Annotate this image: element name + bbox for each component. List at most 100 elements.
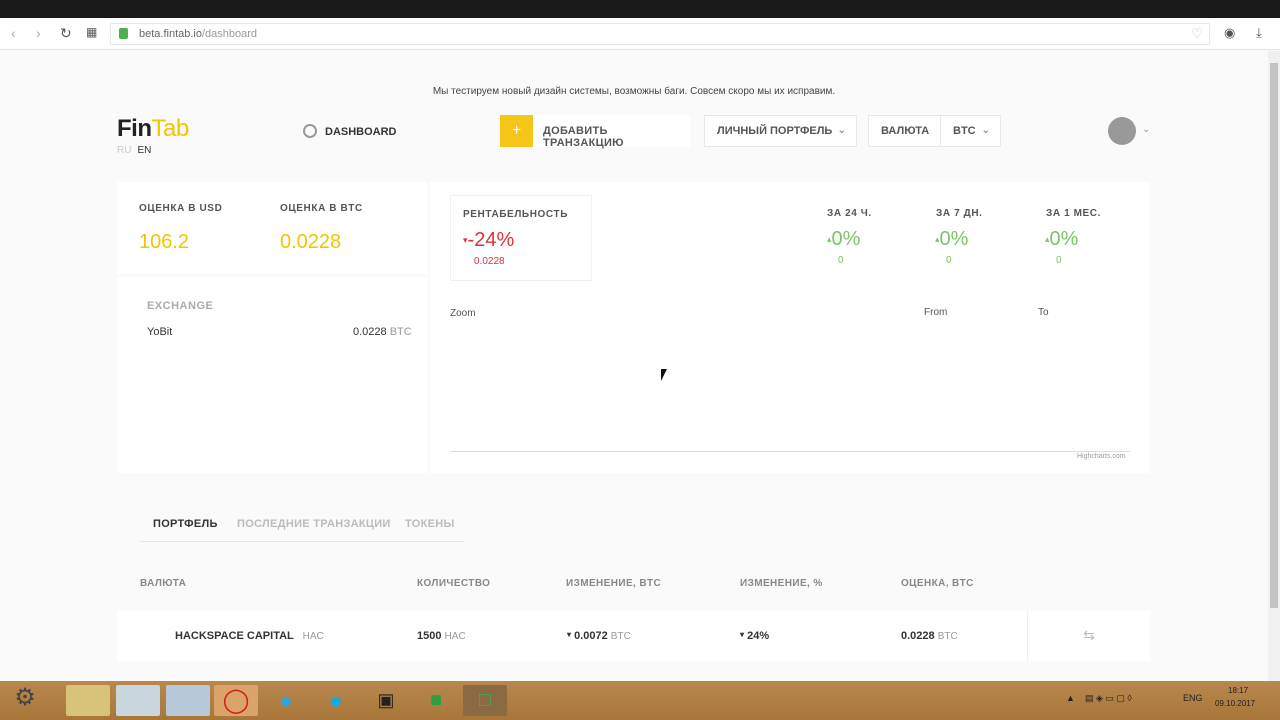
row-estimate: 0.0228 BTC [901, 630, 958, 642]
tray-date[interactable]: 09.10.2017 [1215, 699, 1255, 708]
start-gear-icon[interactable]: ⚙ [4, 683, 46, 714]
calculator-icon[interactable] [166, 685, 210, 716]
portfolio-label: ЛИЧНЫЙ ПОРТФЕЛЬ [717, 125, 833, 137]
notepad-icon[interactable] [116, 685, 160, 716]
period-value: 0 [838, 255, 844, 266]
skype-icon[interactable]: ● [314, 685, 358, 716]
back-arrow-icon[interactable]: ‹ [11, 25, 16, 41]
profitability-percent: ▾-24% [463, 229, 514, 252]
tab-portfolio[interactable]: ПОРТФЕЛЬ [153, 518, 218, 530]
camtasia-icon[interactable]: ■ [414, 685, 458, 716]
column-header-quantity: КОЛИЧЕСТВО [417, 578, 491, 589]
profitability-value: 0.0228 [474, 256, 505, 267]
row-change-btc-value: 0.0072 [574, 630, 608, 642]
column-header-change-pct: ИЗМЕНЕНИЕ, % [740, 578, 823, 589]
profitability-label: РЕНТАБЕЛЬНОСТЬ [463, 209, 568, 220]
tab-transactions[interactable]: ПОСЛЕДНИЕ ТРАНЗАКЦИИ [237, 518, 391, 530]
row-change-btc-unit: BTC [610, 631, 631, 642]
column-header-currency: ВАЛЮТА [140, 578, 187, 589]
dashboard-link[interactable]: DASHBOARD [303, 124, 397, 138]
period-24h[interactable]: ЗА 24 Ч. ▴0% 0 [815, 195, 900, 281]
browser-toolbar: ‹ › ↻ ▦ beta.fintab.io/dashboard ♡ ◉ ⤓ [0, 18, 1280, 50]
portfolio-tabs: ПОРТФЕЛЬ ПОСЛЕДНИЕ ТРАНЗАКЦИИ ТОКЕНЫ [140, 518, 464, 542]
exchange-arrows-icon[interactable]: ⇆ [1027, 611, 1150, 661]
file-explorer-icon[interactable] [66, 685, 110, 716]
period-label: ЗА 7 ДН. [936, 208, 983, 219]
row-change-pct: ▾ 24% [740, 630, 769, 642]
chart-to-label[interactable]: To [1038, 307, 1049, 318]
logo[interactable]: FinTab [117, 115, 189, 143]
extension-icon[interactable]: ◉ [1224, 25, 1235, 41]
row-change-btc: ▾ 0.0072 BTC [567, 630, 631, 642]
row-currency-ticker: HAC [302, 631, 324, 642]
period-1m[interactable]: ЗА 1 МЕС. ▴0% 0 [1033, 195, 1128, 281]
plus-icon: + [500, 115, 533, 147]
mouse-cursor-icon [661, 369, 667, 381]
camera-icon[interactable]: ▣ [364, 685, 408, 716]
row-change-pct-value: 24% [747, 630, 770, 642]
period-value: 0 [946, 255, 952, 266]
language-switcher: RU EN [117, 145, 151, 156]
telegram-icon[interactable]: ● [264, 685, 308, 716]
camtasia-recorder-icon[interactable]: □ [463, 685, 507, 716]
chevron-down-icon[interactable]: ⌄ [1142, 124, 1150, 135]
grid-icon[interactable]: ▦ [86, 25, 97, 39]
beta-notice: Мы тестируем новый дизайн системы, возмо… [432, 86, 836, 97]
logo-tab: Tab [151, 115, 190, 142]
currency-label: ВАЛЮТА [881, 125, 930, 137]
tray-time[interactable]: 18:17 [1228, 686, 1248, 695]
opera-icon[interactable]: ◯ [214, 685, 258, 716]
profitability-percent-value: -24% [467, 229, 515, 251]
down-arrow-icon: ▾ [567, 630, 572, 639]
lock-icon [119, 28, 128, 39]
page: Мы тестируем новый дизайн системы, возмо… [0, 51, 1268, 681]
tray-arrow-icon[interactable]: ▲ [1066, 693, 1075, 703]
exchange-name[interactable]: YoBit [147, 326, 172, 338]
column-header-change-btc: ИЗМЕНЕНИЕ, BTC [566, 578, 662, 589]
chevron-down-icon: ⌄ [837, 125, 846, 136]
period-percent-value: 0% [1049, 228, 1079, 250]
row-quantity-value: 1500 [417, 630, 442, 642]
dashboard-label: DASHBOARD [325, 126, 397, 138]
forward-arrow-icon[interactable]: › [36, 25, 41, 41]
tray-language[interactable]: ENG [1183, 693, 1203, 703]
row-estimate-unit: BTC [937, 631, 958, 642]
chart-zoom-label: Zoom [450, 308, 476, 319]
btc-label: ОЦЕНКА В BTC [280, 203, 363, 214]
download-icon[interactable]: ⤓ [1256, 25, 1262, 41]
heart-icon[interactable]: ♡ [1191, 26, 1203, 42]
period-value: 0 [1056, 255, 1062, 266]
scrollbar-thumb[interactable] [1270, 63, 1278, 608]
period-percent-value: 0% [939, 228, 969, 250]
down-arrow-icon: ▾ [740, 630, 745, 639]
row-estimate-value: 0.0228 [901, 630, 935, 642]
add-transaction-label: ДОБАВИТЬ ТРАНЗАКЦИЮ [543, 125, 624, 149]
address-bar[interactable]: beta.fintab.io/dashboard ♡ [110, 23, 1210, 45]
add-transaction-button[interactable]: + ДОБАВИТЬ ТРАНЗАКЦИЮ [500, 115, 690, 149]
period-label: ЗА 24 Ч. [827, 208, 872, 219]
table-row[interactable]: HACKSPACE CAPITAL HAC 1500 HAC ▾ 0.0072 … [117, 611, 1150, 661]
row-currency-name: HACKSPACE CAPITAL [175, 630, 294, 642]
currency-value: BTC [953, 125, 976, 137]
usd-value: 106.2 [139, 231, 190, 253]
period-percent: ▴0% [1045, 228, 1078, 251]
exchange-unit: BTC [389, 326, 412, 338]
dashboard-gauge-icon [303, 124, 317, 138]
scrollbar[interactable] [1268, 51, 1280, 681]
chart-from-label[interactable]: From [924, 307, 947, 318]
profitability-box: РЕНТАБЕЛЬНОСТЬ ▾-24% 0.0228 [450, 195, 592, 281]
tray-icons[interactable]: ▤ ◈ ▭ ▢ ◊ [1085, 693, 1132, 704]
tab-tokens[interactable]: ТОКЕНЫ [405, 518, 455, 530]
period-7d[interactable]: ЗА 7 ДН. ▴0% 0 [923, 195, 1008, 281]
url-path: /dashboard [202, 28, 258, 40]
lang-en[interactable]: EN [137, 145, 151, 156]
avatar[interactable] [1108, 117, 1136, 145]
highcharts-credit[interactable]: Highcharts.com [1077, 453, 1126, 460]
currency-select[interactable]: BTC ⌄ [940, 115, 1001, 147]
currency-label-box: ВАЛЮТА [868, 115, 941, 147]
portfolio-select[interactable]: ЛИЧНЫЙ ПОРТФЕЛЬ ⌄ [704, 115, 857, 147]
lang-ru[interactable]: RU [117, 145, 131, 156]
os-top-bar [0, 0, 1280, 18]
reload-icon[interactable]: ↻ [60, 25, 72, 42]
row-currency: HACKSPACE CAPITAL HAC [175, 630, 324, 642]
